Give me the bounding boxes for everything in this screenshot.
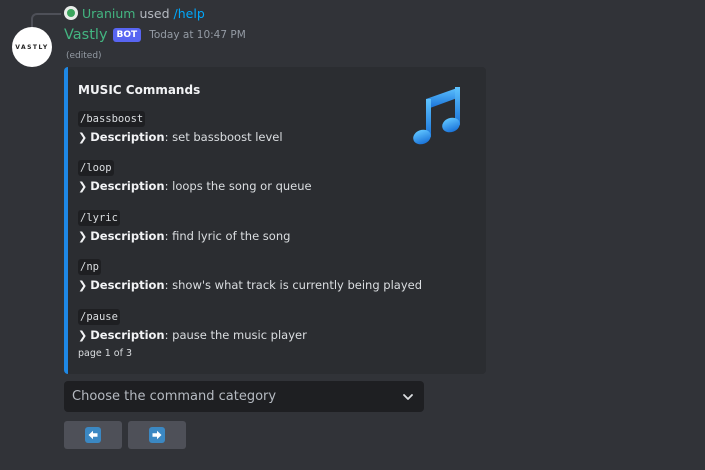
chevron-right-icon: ❯ [78, 130, 88, 144]
reply-username[interactable]: Uranium [82, 6, 135, 21]
description-text: : set bassboost level [164, 130, 283, 144]
embed: MUSIC Commands /bassboost ❯ Description … [64, 67, 486, 374]
command-entry: /loop ❯ Description : loops the song or … [78, 156, 312, 193]
bot-badge: BOT [112, 28, 142, 42]
arrow-right-icon [149, 427, 165, 443]
command-description: ❯ Description : set bassboost level [78, 130, 283, 144]
musical-notes-icon [413, 87, 460, 145]
command-entry: /pause ❯ Description : pause the music p… [78, 305, 307, 342]
reply-avatar[interactable] [64, 6, 78, 20]
arrow-left-icon [85, 427, 101, 443]
description-text: : loops the song or queue [164, 179, 312, 193]
timestamp: Today at 10:47 PM [149, 29, 246, 41]
reply-verb: used [139, 5, 170, 21]
command-description: ❯ Description : loops the song or queue [78, 179, 312, 193]
description-text: : pause the music player [164, 328, 307, 342]
description-text: : show's what track is currently being p… [164, 278, 423, 292]
command-description: ❯ Description : find lyric of the song [78, 229, 290, 243]
username[interactable]: Vastly [64, 27, 108, 43]
command-entry: /lyric ❯ Description : find lyric of the… [78, 206, 290, 243]
command-entry: /np ❯ Description : show's what track is… [78, 255, 422, 292]
command-description: ❯ Description : show's what track is cur… [78, 278, 422, 292]
chevron-right-icon: ❯ [78, 278, 88, 292]
command-name: /pause [78, 309, 120, 325]
command-name: /bassboost [78, 111, 146, 127]
command-name: /np [78, 259, 101, 275]
command-name: /loop [78, 160, 114, 176]
command-category-select[interactable]: Choose the command category [64, 381, 424, 412]
select-placeholder: Choose the command category [72, 389, 277, 404]
chevron-right-icon: ❯ [78, 179, 88, 193]
previous-page-button[interactable] [64, 421, 122, 449]
message-header: Vastly BOT Today at 10:47 PM [64, 26, 246, 44]
command-name: /lyric [78, 210, 120, 226]
description-label: Description [90, 179, 165, 193]
embed-footer: page 1 of 3 [78, 348, 133, 359]
avatar[interactable]: VASTLY [12, 27, 52, 67]
chevron-right-icon: ❯ [78, 229, 88, 243]
description-label: Description [90, 130, 165, 144]
reply-context[interactable]: Uranium used /help [64, 5, 205, 21]
description-label: Description [90, 278, 165, 292]
next-page-button[interactable] [128, 421, 186, 449]
description-label: Description [90, 229, 165, 243]
reply-connector [31, 13, 61, 27]
description-label: Description [90, 328, 165, 342]
command-entry: /bassboost ❯ Description : set bassboost… [78, 107, 283, 144]
chevron-down-icon [403, 393, 413, 400]
chevron-right-icon: ❯ [78, 328, 88, 342]
command-description: ❯ Description : pause the music player [78, 328, 307, 342]
edited-label: (edited) [66, 51, 102, 61]
embed-title: MUSIC Commands [78, 83, 201, 97]
description-text: : find lyric of the song [164, 229, 291, 243]
avatar-text: VASTLY [15, 43, 49, 51]
reply-command[interactable]: /help [174, 6, 205, 21]
